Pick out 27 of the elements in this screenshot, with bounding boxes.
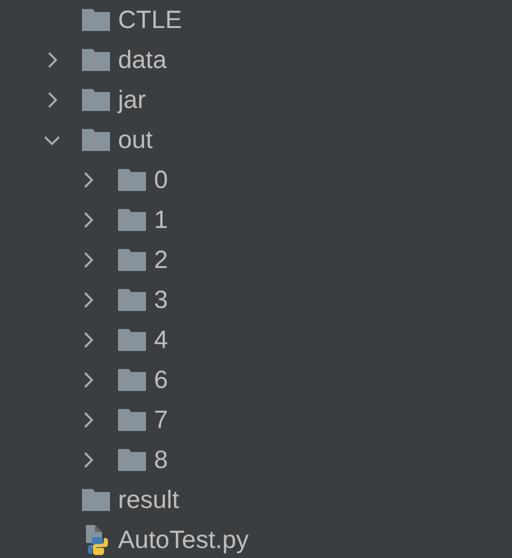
folder-name[interactable]: 0: [154, 165, 168, 195]
folder-name[interactable]: out: [118, 125, 153, 155]
folder-name[interactable]: data: [118, 45, 167, 75]
folder-icon: [118, 249, 146, 271]
folder-name[interactable]: jar: [118, 85, 146, 115]
folder-icon: [82, 89, 110, 111]
folder-name[interactable]: 3: [154, 285, 168, 315]
folder-name[interactable]: 1: [154, 205, 168, 235]
folder-icon: [118, 209, 146, 231]
folder-name[interactable]: 6: [154, 365, 168, 395]
folder-icon: [82, 129, 110, 151]
file-name[interactable]: AutoTest.py: [118, 525, 249, 555]
folder-icon: [118, 169, 146, 191]
folder-name[interactable]: 8: [154, 445, 168, 475]
folder-icon: [118, 449, 146, 471]
folder-icon: [118, 369, 146, 391]
folder-name[interactable]: result: [118, 485, 180, 515]
folder-icon: [82, 9, 110, 31]
folder-name[interactable]: CTLE: [118, 5, 182, 35]
folder-icon: [118, 329, 146, 351]
folder-icon: [118, 409, 146, 431]
folder-icon: [82, 49, 110, 71]
folder-name[interactable]: 4: [154, 325, 168, 355]
folder-name[interactable]: 7: [154, 405, 168, 435]
folder-icon: [118, 289, 146, 311]
folder-icon: [82, 489, 110, 511]
folder-name[interactable]: 2: [154, 245, 168, 275]
